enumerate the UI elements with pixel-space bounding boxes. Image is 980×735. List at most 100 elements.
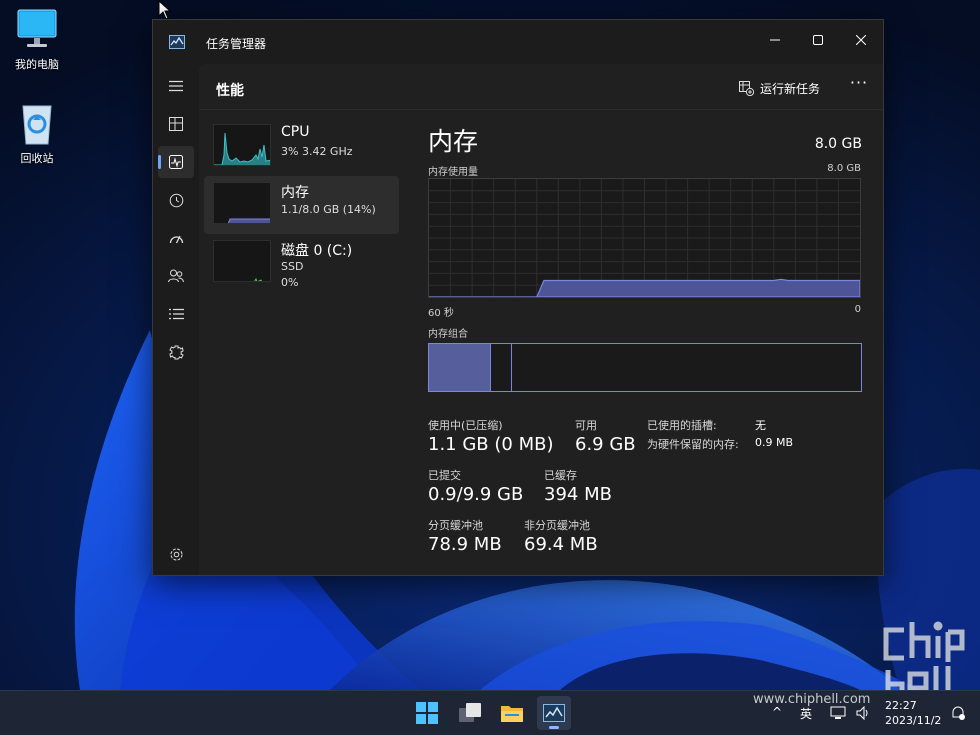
device-detail: 1.1/8.0 GB (14%) <box>281 203 376 216</box>
stat-in-use-value: 1.1 GB (0 MB) <box>428 434 554 455</box>
stat-nonpaged-pool-value: 69.4 MB <box>524 534 598 555</box>
monitor-icon <box>17 9 57 47</box>
watermark-text: www.chiphell.com <box>753 692 871 707</box>
network-icon[interactable] <box>830 706 846 720</box>
task-manager-icon <box>169 35 185 49</box>
usage-graph-label: 内存使用量 <box>428 167 478 178</box>
nav-item-services[interactable] <box>158 336 194 368</box>
nav-item-settings[interactable] <box>158 538 194 570</box>
close-button[interactable] <box>841 26 881 54</box>
minimize-icon <box>770 39 780 41</box>
nav-item-performance[interactable] <box>158 146 194 178</box>
more-options-icon: ··· <box>849 73 869 92</box>
window-title: 任务管理器 <box>206 37 267 51</box>
close-icon <box>856 35 866 45</box>
services-icon <box>168 345 184 359</box>
minimize-button[interactable] <box>755 26 795 54</box>
volume-icon[interactable] <box>856 706 872 720</box>
stat-paged-pool-value: 78.9 MB <box>428 534 502 555</box>
run-new-task-label: 运行新任务 <box>760 81 821 96</box>
composition-modified <box>491 344 512 391</box>
navigation-rail <box>153 64 199 575</box>
memory-total: 8.0 GB <box>814 136 862 152</box>
nav-item-startup-apps[interactable] <box>158 222 194 254</box>
memory-composition-bar <box>428 343 862 392</box>
taskbar-task-view-button[interactable] <box>453 696 487 730</box>
device-detail: 3% 3.42 GHz <box>281 145 353 158</box>
tray-clock-date[interactable]: 2023/11/2 <box>885 714 941 727</box>
device-detail: 0% <box>281 276 299 289</box>
title-bar[interactable]: 任务管理器 <box>153 20 883 64</box>
page-header: 性能 运行新任务 ··· <box>199 64 883 110</box>
stat-slots-value: 无 <box>755 419 766 432</box>
recycle-bin-icon <box>22 105 52 145</box>
task-manager-window: 任务管理器 性能 运行新任务 ··· CPU 3% 3.42 GHz 内存 1.… <box>152 19 884 576</box>
composition-label: 内存组合 <box>428 329 468 340</box>
disk-thumbnail-graph <box>213 240 271 282</box>
stat-hw-reserved-label: 为硬件保留的内存: <box>647 438 739 451</box>
graph-time-end: 0 <box>854 304 861 315</box>
stat-committed-label: 已提交 <box>428 469 461 482</box>
desktop-icon-my-computer[interactable]: 我的电脑 <box>2 8 72 72</box>
memory-usage-graph <box>428 178 861 298</box>
composition-in-use <box>429 344 491 391</box>
device-name: 磁盘 0 (C:) <box>281 243 353 259</box>
run-new-task-icon <box>739 80 754 96</box>
stat-slots-label: 已使用的插槽: <box>647 419 717 432</box>
desktop-icon-label: 回收站 <box>20 152 54 165</box>
run-new-task-button[interactable]: 运行新任务 <box>739 77 820 99</box>
mouse-cursor-icon <box>158 0 172 20</box>
nav-item-app-history[interactable] <box>158 184 194 216</box>
more-options-button[interactable]: ··· <box>847 73 871 98</box>
app-history-icon <box>169 193 183 207</box>
stat-cached-value: 394 MB <box>544 484 612 505</box>
stat-paged-pool-label: 分页缓冲池 <box>428 519 483 532</box>
device-name: CPU <box>281 124 310 140</box>
device-name: 内存 <box>281 185 309 201</box>
graph-time-start: 60 秒 <box>428 308 454 319</box>
maximize-icon <box>813 35 823 45</box>
memory-thumbnail-graph <box>213 182 271 224</box>
desktop-icon-recycle-bin[interactable]: 回收站 <box>2 102 72 166</box>
stat-available-value: 6.9 GB <box>575 434 636 455</box>
users-icon <box>168 269 184 283</box>
settings-icon <box>170 548 182 560</box>
taskbar-task-manager-button[interactable] <box>537 696 571 730</box>
device-item-disk[interactable]: 磁盘 0 (C:) SSD 0% <box>204 234 399 292</box>
performance-page: 性能 运行新任务 ··· CPU 3% 3.42 GHz 内存 1.1/8.0 … <box>199 64 883 575</box>
notification-icon[interactable] <box>950 705 966 721</box>
stat-in-use-label: 使用中(已压缩) <box>428 419 503 432</box>
tray-overflow-button[interactable]: ^ <box>772 705 782 719</box>
device-detail: SSD <box>281 260 304 273</box>
task-manager-icon <box>543 704 565 722</box>
performance-icon <box>169 155 183 169</box>
processes-icon <box>169 117 183 131</box>
detail-title: 内存 <box>428 127 479 156</box>
nav-menu-toggle[interactable] <box>158 70 194 102</box>
nav-item-processes[interactable] <box>158 108 194 140</box>
device-item-cpu[interactable]: CPU 3% 3.42 GHz <box>204 118 399 176</box>
taskbar-start-button[interactable] <box>410 696 444 730</box>
stat-nonpaged-pool-label: 非分页缓冲池 <box>524 519 590 532</box>
hamburger-menu-icon <box>169 80 183 92</box>
details-icon <box>168 308 184 320</box>
stat-available-label: 可用 <box>575 419 597 432</box>
stat-committed-value: 0.9/9.9 GB <box>428 484 524 505</box>
desktop-icon-label: 我的电脑 <box>15 58 59 71</box>
page-title: 性能 <box>216 83 244 99</box>
nav-item-details[interactable] <box>158 298 194 330</box>
nav-item-users[interactable] <box>158 260 194 292</box>
tray-ime-indicator[interactable]: 英 <box>800 705 812 722</box>
stat-cached-label: 已缓存 <box>544 469 577 482</box>
file-explorer-icon <box>501 706 523 722</box>
task-view-icon <box>459 703 481 722</box>
startup-apps-icon <box>169 235 183 244</box>
usage-graph-max: 8.0 GB <box>827 163 861 174</box>
tray-clock-time[interactable]: 22:27 <box>885 699 917 712</box>
taskbar-file-explorer-button[interactable] <box>495 696 529 730</box>
device-item-memory[interactable]: 内存 1.1/8.0 GB (14%) <box>204 176 399 234</box>
maximize-button[interactable] <box>798 26 838 54</box>
cpu-thumbnail-graph <box>213 124 271 166</box>
windows-start-icon <box>416 702 438 724</box>
stat-hw-reserved-value: 0.9 MB <box>755 436 794 449</box>
